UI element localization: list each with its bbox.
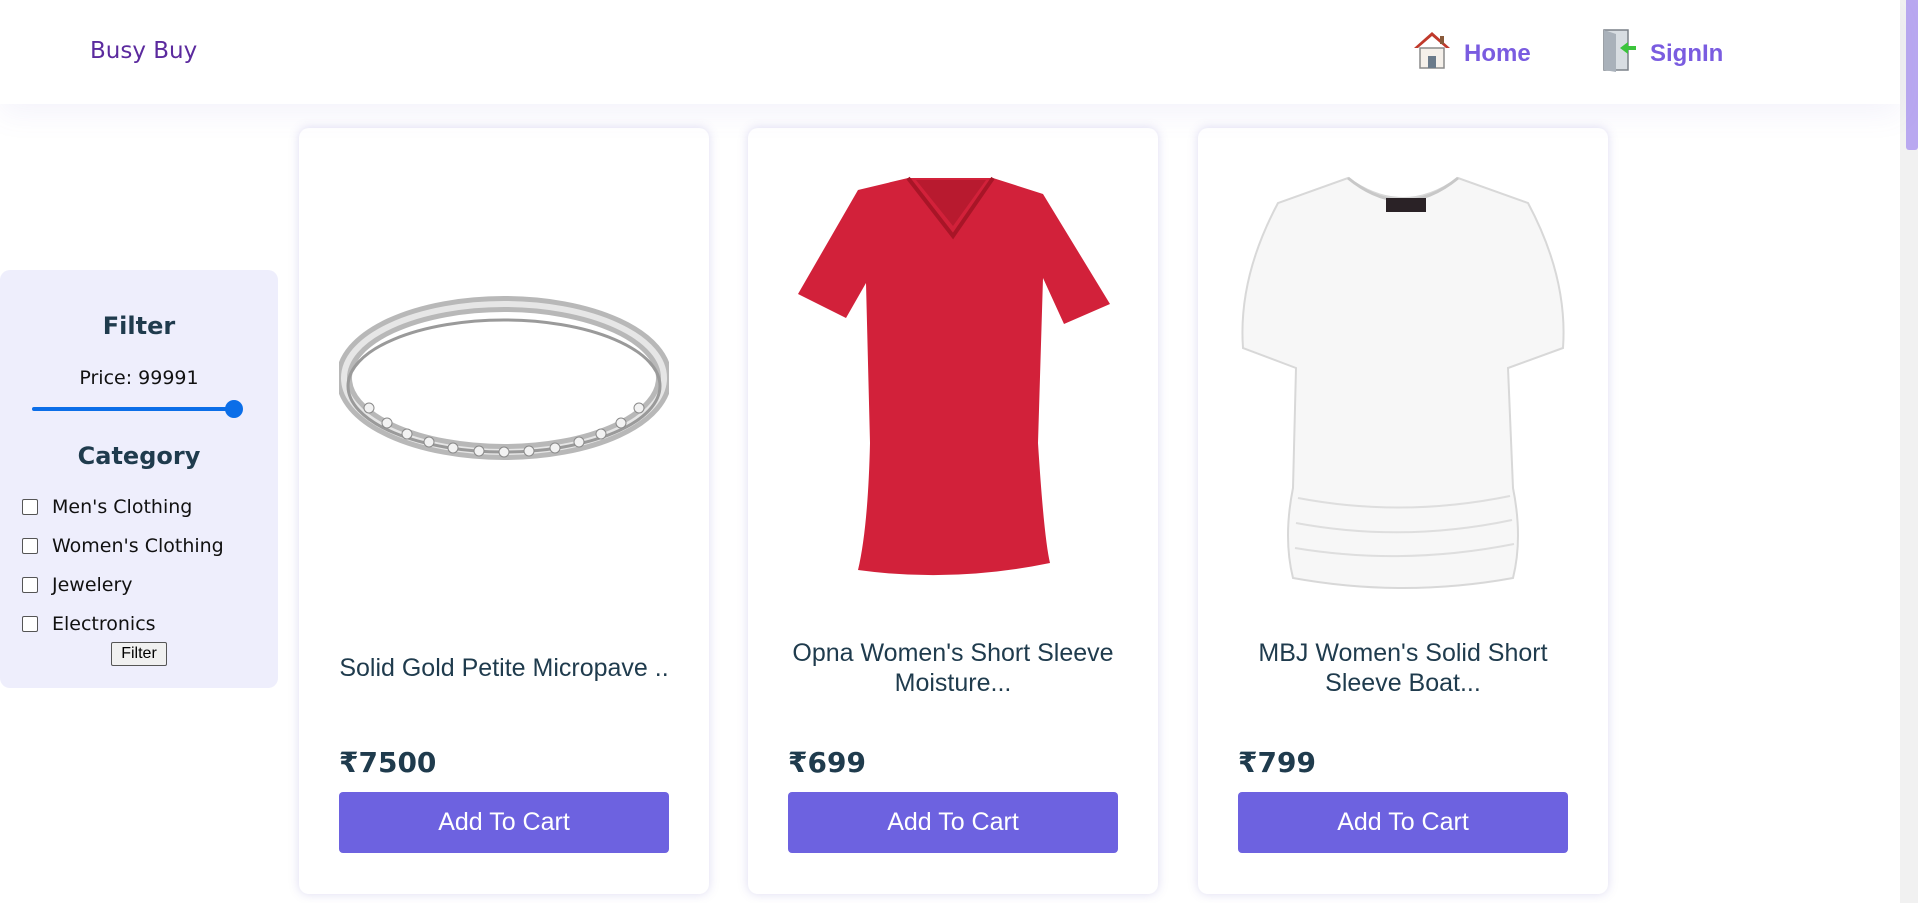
category-label: Jewelery	[52, 574, 133, 596]
checkbox-mens-clothing[interactable]	[22, 499, 38, 515]
product-card: Opna Women's Short Sleeve Moisture... ₹6…	[748, 128, 1158, 894]
product-card: Solid Gold Petite Micropave .. ₹7500 Add…	[299, 128, 709, 894]
product-card: MBJ Women's Solid Short Sleeve Boat... ₹…	[1198, 128, 1608, 894]
product-price: ₹699	[788, 746, 866, 779]
white-top-image[interactable]	[1238, 158, 1568, 598]
category-mens-clothing[interactable]: Men's Clothing	[22, 496, 192, 518]
product-price: ₹799	[1238, 746, 1316, 779]
house-icon	[1412, 28, 1452, 79]
nav-signin-label: SignIn	[1650, 39, 1724, 67]
nav-signin-link[interactable]: SignIn	[1598, 28, 1723, 79]
red-tshirt-image[interactable]	[788, 158, 1118, 598]
brand-logo[interactable]: Busy Buy	[90, 38, 197, 64]
category-jewelery[interactable]: Jewelery	[22, 574, 133, 596]
nav-home-label: Home	[1464, 39, 1531, 67]
silver-ring-image[interactable]	[339, 158, 669, 598]
price-slider[interactable]	[32, 400, 244, 418]
door-enter-icon	[1598, 28, 1638, 79]
add-to-cart-button[interactable]: Add To Cart	[339, 792, 669, 853]
add-to-cart-button[interactable]: Add To Cart	[788, 792, 1118, 853]
category-label: Electronics	[52, 613, 156, 635]
navbar: Busy Buy Home SignIn	[0, 0, 1900, 104]
category-heading: Category	[77, 442, 201, 470]
category-label: Women's Clothing	[52, 535, 224, 557]
nav-home-link[interactable]: Home	[1412, 28, 1531, 79]
filter-button[interactable]: Filter	[111, 642, 167, 666]
price-slider-track[interactable]	[32, 407, 232, 411]
checkbox-electronics[interactable]	[22, 616, 38, 632]
price-slider-thumb[interactable]	[225, 400, 243, 418]
product-title: Opna Women's Short Sleeve Moisture...	[792, 639, 1114, 697]
checkbox-jewelery[interactable]	[22, 577, 38, 593]
category-womens-clothing[interactable]: Women's Clothing	[22, 535, 224, 557]
product-title: Solid Gold Petite Micropave ..	[339, 654, 669, 682]
checkbox-womens-clothing[interactable]	[22, 538, 38, 554]
filter-heading: Filter	[102, 312, 176, 340]
product-price: ₹7500	[339, 746, 437, 779]
price-label: Price: 99991	[79, 367, 199, 389]
scrollbar-thumb[interactable]	[1906, 0, 1918, 150]
category-label: Men's Clothing	[52, 496, 193, 518]
category-electronics[interactable]: Electronics	[22, 613, 156, 635]
product-title: MBJ Women's Solid Short Sleeve Boat...	[1258, 639, 1548, 697]
add-to-cart-button[interactable]: Add To Cart	[1238, 792, 1568, 853]
page-scrollbar[interactable]	[1900, 0, 1918, 903]
